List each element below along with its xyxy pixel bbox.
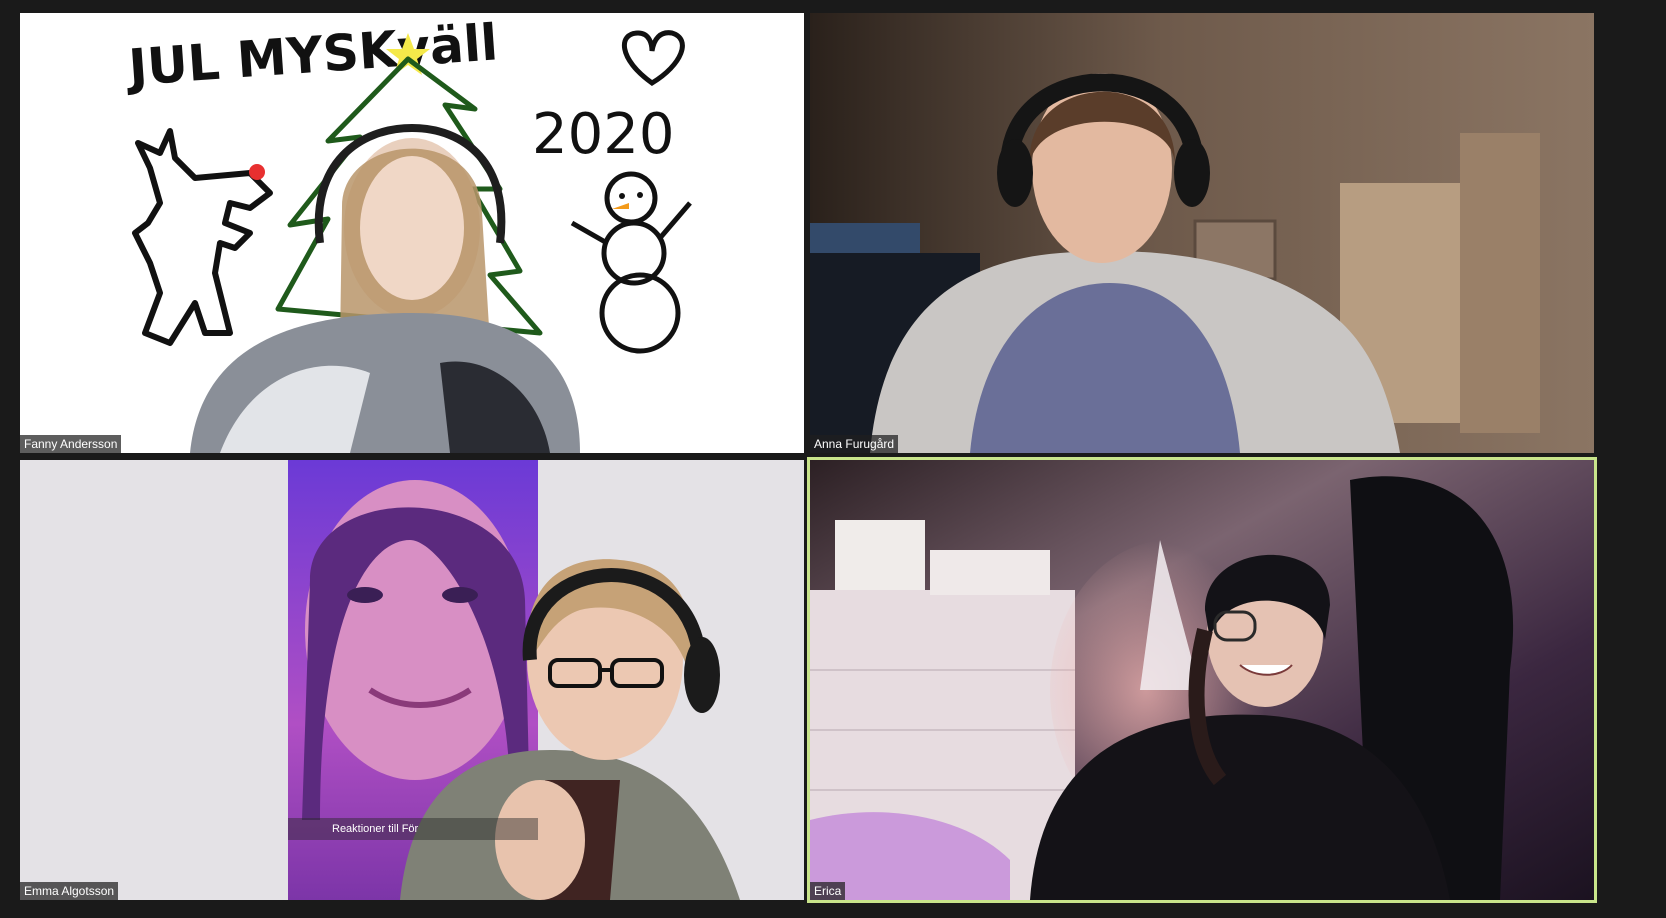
participant-name-label: Erica <box>810 882 846 900</box>
participant-tile-emma[interactable]: Reaktioner till För Emma Algotsson <box>20 460 804 900</box>
virtual-background-drawing: JUL MYSKväll 2020 <box>20 13 804 453</box>
shared-screen-caption: Reaktioner till För <box>288 818 538 840</box>
participant-name-label: Anna Furugård <box>810 435 899 453</box>
participant-tile-erica[interactable]: Erica <box>810 460 1594 900</box>
participant-tile-anna[interactable]: Anna Furugård <box>810 13 1594 453</box>
drawing-year: 2020 <box>532 102 675 167</box>
video-feed <box>810 460 1594 900</box>
participant-name-label: Emma Algotsson <box>20 882 119 900</box>
video-gallery: JUL MYSKväll 2020 Fanny Andersson Anna F… <box>0 0 1666 918</box>
participant-name-label: Fanny Andersson <box>20 435 122 453</box>
participant-tile-fanny[interactable]: JUL MYSKväll 2020 Fanny Andersson <box>20 13 804 453</box>
video-feed <box>810 13 1594 453</box>
